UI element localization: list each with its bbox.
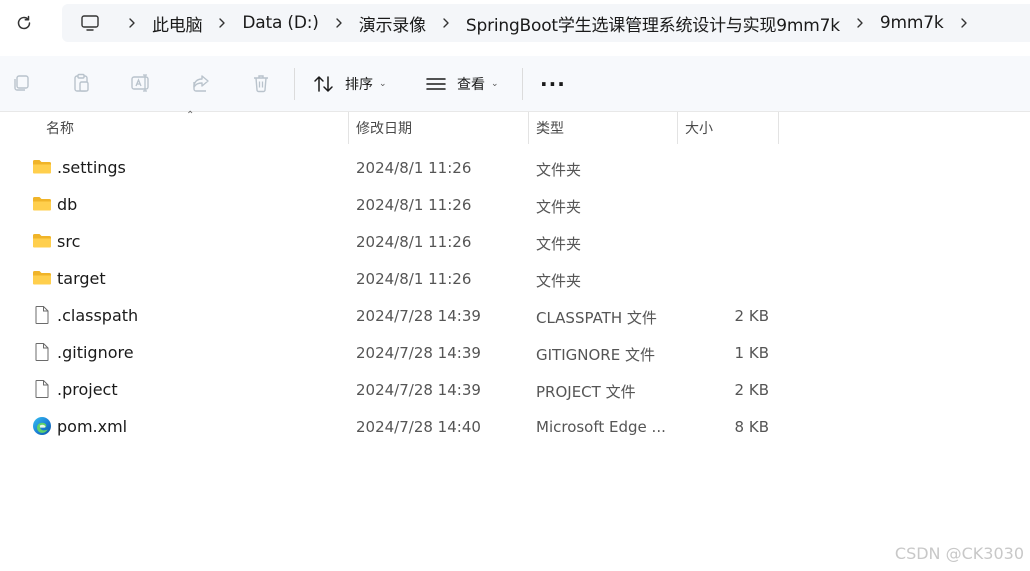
column-divider[interactable] xyxy=(528,112,529,144)
refresh-icon xyxy=(17,15,31,30)
delete-icon[interactable] xyxy=(248,70,274,96)
folder-icon xyxy=(33,271,51,285)
folder-icon xyxy=(33,160,51,174)
file-row-settings[interactable]: .settings 2024/8/1 11:26 文件夹 xyxy=(0,149,1030,186)
address-row: 此电脑 Data (D:) 演示录像 SpringBoot学生选课管理系统设计与… xyxy=(0,0,1030,48)
chevron-down-icon: ⌄ xyxy=(491,79,499,89)
breadcrumb-item-project-folder[interactable]: SpringBoot学生选课管理系统设计与实现9mm7k xyxy=(466,11,840,36)
column-header-date[interactable]: 修改日期 xyxy=(356,112,412,144)
file-date: 2024/8/1 11:26 xyxy=(356,270,472,288)
view-label: 查看 xyxy=(457,77,485,93)
file-name: target xyxy=(57,269,106,288)
sort-icon xyxy=(314,76,333,92)
file-name: .gitignore xyxy=(57,343,134,362)
copy-icon[interactable] xyxy=(8,70,34,96)
column-divider[interactable] xyxy=(348,112,349,144)
column-headers: 名称 修改日期 类型 大小 xyxy=(0,112,1030,144)
view-button[interactable]: 查看 ⌄ xyxy=(425,70,499,98)
file-name: pom.xml xyxy=(57,417,128,436)
column-divider[interactable] xyxy=(677,112,678,144)
chevron-right-icon[interactable] xyxy=(944,17,984,29)
chevron-right-icon[interactable] xyxy=(426,17,466,29)
file-icon xyxy=(35,343,49,361)
file-icon xyxy=(35,380,49,398)
file-row-src[interactable]: src 2024/8/1 11:26 文件夹 xyxy=(0,223,1030,260)
paste-icon[interactable] xyxy=(68,70,94,96)
chevron-right-icon[interactable] xyxy=(112,17,152,29)
breadcrumb-item-demo-folder[interactable]: 演示录像 xyxy=(359,11,426,36)
chevron-right-icon[interactable] xyxy=(319,17,359,29)
file-size: 2 KB xyxy=(734,381,769,399)
file-date: 2024/7/28 14:39 xyxy=(356,307,481,325)
file-date: 2024/8/1 11:26 xyxy=(356,233,472,251)
column-divider[interactable] xyxy=(778,112,779,144)
toolbar-divider xyxy=(522,68,523,100)
breadcrumb-item-this-pc[interactable]: 此电脑 xyxy=(152,11,203,36)
file-name: .settings xyxy=(57,158,126,177)
file-size: 8 KB xyxy=(734,418,769,436)
file-row-project[interactable]: .project 2024/7/28 14:39 PROJECT 文件 2 KB xyxy=(0,371,1030,408)
column-header-type[interactable]: 类型 xyxy=(536,112,564,144)
view-icon xyxy=(426,78,446,90)
breadcrumb-item-drive[interactable]: Data (D:) xyxy=(242,13,318,33)
computer-icon[interactable] xyxy=(68,14,112,32)
file-row-target[interactable]: target 2024/8/1 11:26 文件夹 xyxy=(0,260,1030,297)
file-date: 2024/8/1 11:26 xyxy=(356,196,472,214)
chevron-right-icon[interactable] xyxy=(202,17,242,29)
file-row-classpath[interactable]: .classpath 2024/7/28 14:39 CLASSPATH 文件 … xyxy=(0,297,1030,334)
file-name: src xyxy=(57,232,81,251)
file-type: 文件夹 xyxy=(536,235,582,253)
file-size: 2 KB xyxy=(734,307,769,325)
folder-icon xyxy=(33,234,51,248)
column-header-name[interactable]: 名称 xyxy=(46,112,74,144)
file-row-gitignore[interactable]: .gitignore 2024/7/28 14:39 GITIGNORE 文件 … xyxy=(0,334,1030,371)
file-row-pom-xml[interactable]: pom.xml 2024/7/28 14:40 Microsoft Edge .… xyxy=(0,408,1030,445)
chevron-right-icon[interactable] xyxy=(840,17,880,29)
toolbar-divider xyxy=(294,68,295,100)
file-type: 文件夹 xyxy=(536,198,582,216)
file-list: .settings 2024/8/1 11:26 文件夹 db 2024/8/1… xyxy=(0,149,1030,445)
sort-button[interactable]: 排序 ⌄ xyxy=(313,70,387,98)
breadcrumb[interactable]: 此电脑 Data (D:) 演示录像 SpringBoot学生选课管理系统设计与… xyxy=(62,4,1030,42)
rename-icon[interactable] xyxy=(128,70,154,96)
file-name: .project xyxy=(57,380,118,399)
command-bar: 排序 ⌄ 查看 ⌄ ··· xyxy=(0,56,1030,112)
file-type: Microsoft Edge ... xyxy=(536,418,666,436)
file-row-db[interactable]: db 2024/8/1 11:26 文件夹 xyxy=(0,186,1030,223)
share-icon[interactable] xyxy=(188,70,214,96)
file-size: 1 KB xyxy=(734,344,769,362)
refresh-button[interactable] xyxy=(10,9,38,37)
folder-icon xyxy=(33,197,51,211)
chevron-down-icon: ⌄ xyxy=(379,79,387,89)
file-type: GITIGNORE 文件 xyxy=(536,346,655,364)
edge-icon xyxy=(33,417,51,435)
file-date: 2024/7/28 14:39 xyxy=(356,381,481,399)
sort-label: 排序 xyxy=(345,77,373,93)
file-icon xyxy=(35,306,49,324)
file-type: 文件夹 xyxy=(536,272,582,290)
more-options-button[interactable]: ··· xyxy=(540,74,566,94)
file-type: CLASSPATH 文件 xyxy=(536,309,657,327)
file-type: 文件夹 xyxy=(536,161,582,179)
file-date: 2024/8/1 11:26 xyxy=(356,159,472,177)
file-date: 2024/7/28 14:39 xyxy=(356,344,481,362)
file-type: PROJECT 文件 xyxy=(536,383,636,401)
watermark: CSDN @CK3030 xyxy=(894,544,1024,563)
column-header-size[interactable]: 大小 xyxy=(685,112,713,144)
breadcrumb-item-current[interactable]: 9mm7k xyxy=(880,13,944,33)
file-date: 2024/7/28 14:40 xyxy=(356,418,481,436)
file-name: .classpath xyxy=(57,306,139,325)
file-name: db xyxy=(57,195,78,214)
